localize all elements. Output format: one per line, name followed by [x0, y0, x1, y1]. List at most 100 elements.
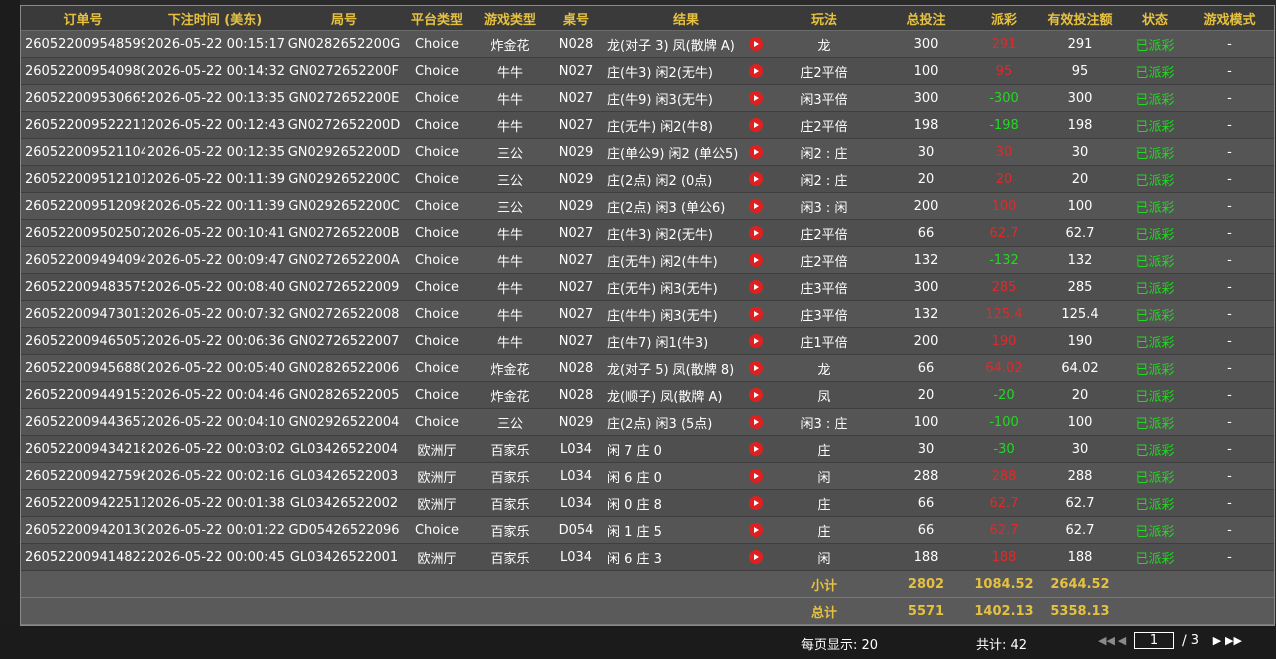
- game-type-cell: 牛牛: [471, 273, 549, 301]
- round-no-cell: GN02826522005: [285, 381, 403, 409]
- order-no-cell: 260522009522211: [21, 111, 145, 139]
- play-icon[interactable]: [749, 361, 763, 375]
- order-no-cell: 260522009530665: [21, 84, 145, 112]
- play-icon[interactable]: [749, 280, 763, 294]
- total-row: 总计 5571 1402.13 5358.13: [21, 597, 1274, 625]
- game-mode-cell: -: [1185, 354, 1274, 382]
- per-page-label: 每页显示: 20: [801, 638, 879, 653]
- play-icon[interactable]: [749, 550, 763, 564]
- result-cell: 庄(单公9) 闲2 (单公5): [603, 138, 769, 166]
- game-mode-cell: -: [1185, 381, 1274, 409]
- result-cell: 龙(对子 3) 凤(散牌 A): [603, 30, 769, 58]
- platform-cell: Choice: [403, 273, 471, 301]
- game-mode-cell: -: [1185, 246, 1274, 274]
- bet-time-cell: 2026-05-22 00:12:43: [145, 111, 285, 139]
- prev-page-icon[interactable]: ◀: [1114, 634, 1130, 647]
- play-icon[interactable]: [749, 388, 763, 402]
- table-row: 260522009502507 2026-05-22 00:10:41 GN0272…: [21, 219, 1274, 247]
- table-no-cell: L034: [549, 489, 603, 517]
- valid-bet-cell: 300: [1035, 84, 1125, 112]
- table-row: 260522009449153 2026-05-22 00:04:46 GN0282…: [21, 381, 1274, 409]
- play-icon[interactable]: [749, 37, 763, 51]
- play-cell: 庄2平倍: [769, 57, 879, 85]
- next-page-icon[interactable]: ▶: [1209, 634, 1225, 647]
- page-number-input[interactable]: [1134, 632, 1174, 649]
- platform-cell: Choice: [403, 300, 471, 328]
- order-no-cell: 260522009443657: [21, 408, 145, 436]
- play-icon[interactable]: [749, 307, 763, 321]
- play-icon[interactable]: [749, 496, 763, 510]
- play-cell: 庄: [769, 489, 879, 517]
- total-bet-cell: 200: [879, 327, 973, 355]
- play-icon[interactable]: [749, 469, 763, 483]
- order-no-cell: 260522009449153: [21, 381, 145, 409]
- order-no-cell: 260522009414822: [21, 543, 145, 571]
- play-icon[interactable]: [749, 523, 763, 537]
- play-cell: 庄: [769, 435, 879, 463]
- game-type-cell: 牛牛: [471, 246, 549, 274]
- result-text: 庄(牛9) 闲3(无牛): [607, 92, 713, 108]
- play-icon[interactable]: [749, 199, 763, 213]
- result-text: 庄(无牛) 闲2(牛牛): [607, 254, 718, 270]
- round-no-cell: GN0272652200E: [285, 84, 403, 112]
- header-payout: 派彩: [973, 6, 1035, 31]
- play-icon[interactable]: [749, 91, 763, 105]
- game-type-cell: 牛牛: [471, 300, 549, 328]
- total-bet-cell: 30: [879, 435, 973, 463]
- bet-records-table: 订单号 下注时间 (美东) 局号 平台类型 游戏类型 桌号 结果 玩法 总投注 …: [21, 6, 1274, 625]
- table-no-cell: N027: [549, 84, 603, 112]
- play-icon[interactable]: [749, 334, 763, 348]
- valid-bet-cell: 95: [1035, 57, 1125, 85]
- payout-cell: 190: [973, 327, 1035, 355]
- last-page-icon[interactable]: ▶▶: [1225, 634, 1242, 647]
- valid-bet-cell: 291: [1035, 30, 1125, 58]
- header-total-bet: 总投注: [879, 6, 973, 31]
- table-no-cell: N029: [549, 138, 603, 166]
- status-cell: 已派彩: [1125, 489, 1185, 517]
- play-icon[interactable]: [749, 118, 763, 132]
- play-cell: 庄3平倍: [769, 273, 879, 301]
- table-no-cell: N027: [549, 327, 603, 355]
- header-status: 状态: [1125, 6, 1185, 31]
- play-icon[interactable]: [749, 415, 763, 429]
- result-text: 庄(单公9) 闲2 (单公5): [607, 146, 739, 162]
- result-text: 庄(牛3) 闲2(无牛): [607, 227, 713, 243]
- result-cell: 庄(无牛) 闲2(牛牛): [603, 246, 769, 274]
- result-text: 龙(对子 3) 凤(散牌 A): [607, 38, 735, 54]
- first-page-icon[interactable]: ◀◀: [1098, 634, 1115, 647]
- round-no-cell: GN0272652200F: [285, 57, 403, 85]
- result-cell: 庄(2点) 闲3 (单公6): [603, 192, 769, 220]
- play-cell: 庄1平倍: [769, 327, 879, 355]
- game-mode-cell: -: [1185, 192, 1274, 220]
- table-row: 260522009530665 2026-05-22 00:13:35 GN0272…: [21, 84, 1274, 112]
- bet-time-cell: 2026-05-22 00:01:22: [145, 516, 285, 544]
- status-cell: 已派彩: [1125, 543, 1185, 571]
- result-cell: 闲 7 庄 0: [603, 435, 769, 463]
- status-cell: 已派彩: [1125, 219, 1185, 247]
- play-icon[interactable]: [749, 64, 763, 78]
- game-type-cell: 牛牛: [471, 219, 549, 247]
- payout-cell: 288: [973, 462, 1035, 490]
- bet-time-cell: 2026-05-22 00:10:41: [145, 219, 285, 247]
- play-icon[interactable]: [749, 253, 763, 267]
- bet-time-cell: 2026-05-22 00:14:32: [145, 57, 285, 85]
- play-icon[interactable]: [749, 145, 763, 159]
- order-no-cell: 260522009473013: [21, 300, 145, 328]
- round-no-cell: GL03426522003: [285, 462, 403, 490]
- table-no-cell: N027: [549, 57, 603, 85]
- play-cell: 庄2平倍: [769, 246, 879, 274]
- play-icon[interactable]: [749, 172, 763, 186]
- valid-bet-cell: 20: [1035, 165, 1125, 193]
- platform-cell: Choice: [403, 381, 471, 409]
- page-separator: /: [1182, 632, 1187, 649]
- payout-cell: -30: [973, 435, 1035, 463]
- total-bet-cell: 100: [879, 408, 973, 436]
- order-no-cell: 260522009422511: [21, 489, 145, 517]
- platform-cell: Choice: [403, 84, 471, 112]
- play-icon[interactable]: [749, 442, 763, 456]
- round-no-cell: GN0292652200D: [285, 138, 403, 166]
- order-no-cell: 260522009434218: [21, 435, 145, 463]
- result-text: 庄(2点) 闲2 (0点): [607, 173, 713, 189]
- platform-cell: Choice: [403, 516, 471, 544]
- play-icon[interactable]: [749, 226, 763, 240]
